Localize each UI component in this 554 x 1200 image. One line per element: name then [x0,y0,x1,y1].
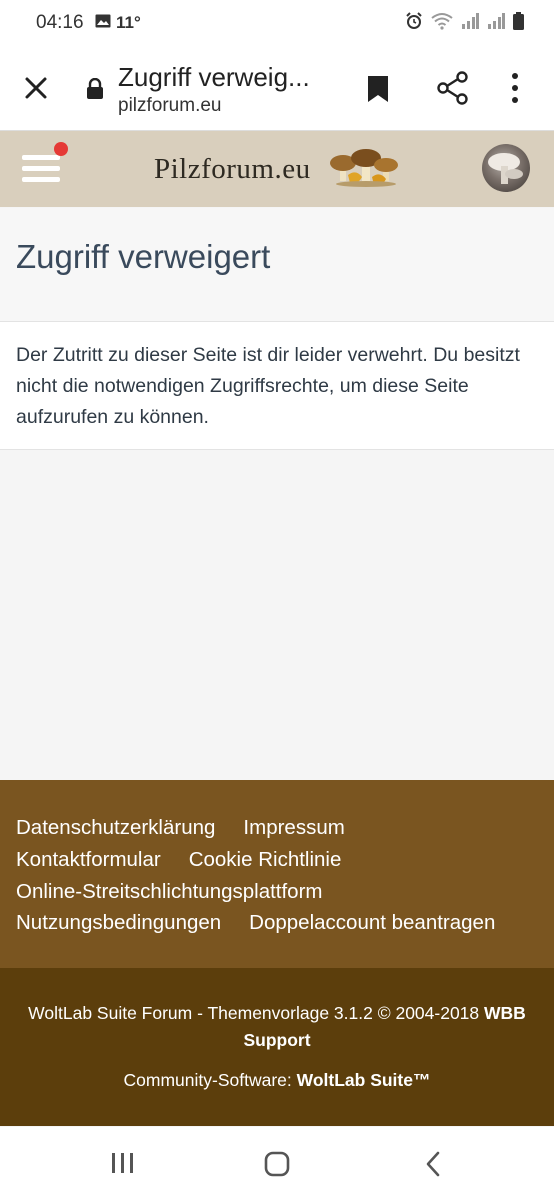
avatar[interactable] [482,144,530,192]
site-header: Pilzforum.eu [0,131,554,207]
footer-link-cookies[interactable]: Cookie Richtlinie [189,848,342,871]
copyright-prefix: WoltLab Suite Forum - Themenvorlage 3.1.… [28,1003,480,1023]
status-time: 04:16 [36,12,84,33]
wifi-icon [431,12,453,35]
software-prefix: Community-Software: [123,1070,292,1090]
menu-icon[interactable] [22,151,62,187]
lock-icon[interactable] [86,77,104,105]
footer-link-contact[interactable]: Kontaktformular [16,848,161,871]
site-logo[interactable]: Pilzforum.eu [154,153,311,186]
back-icon[interactable] [424,1151,442,1182]
alarm-icon [405,12,423,35]
status-temperature: 11° [116,13,141,32]
error-message-box: Der Zutritt zu dieser Seite ist dir leid… [0,322,554,450]
signal-icon [487,13,505,34]
error-message: Der Zutritt zu dieser Seite ist dir leid… [16,344,520,428]
mushroom-icon [328,145,404,194]
browser-page-title[interactable]: Zugriff verweig... [118,62,310,93]
footer-link-double-account[interactable]: Doppelaccount beantragen [249,911,495,934]
status-bar: 04:16 11° [0,0,554,44]
software-credit: Community-Software: WoltLab Suite™ [0,1070,554,1091]
footer-link-privacy[interactable]: Datenschutzerklärung [16,816,215,839]
status-icons [405,12,524,35]
page-header: Zugriff verweigert [0,208,554,322]
copyright-text: WoltLab Suite Forum - Themenvorlage 3.1.… [14,1000,540,1054]
browser-toolbar: Zugriff verweig... pilzforum.eu [0,44,554,131]
footer-link-odr[interactable]: Online-Streitschlichtungsplattform [16,880,323,903]
share-icon[interactable] [437,71,469,110]
footer-link-terms[interactable]: Nutzungsbedingungen [16,911,221,934]
close-icon[interactable] [22,74,50,107]
footer-link-imprint[interactable]: Impressum [243,816,344,839]
footer-copyright: WoltLab Suite Forum - Themenvorlage 3.1.… [0,968,554,1126]
page-title: Zugriff verweigert [16,238,271,275]
woltlab-suite-link[interactable]: WoltLab Suite™ [297,1070,431,1090]
system-navigation-bar [0,1127,554,1200]
recent-apps-icon[interactable] [110,1151,136,1180]
footer-navigation: Datenschutzerklärung Impressum Kontaktfor… [0,780,554,968]
signal-icon [461,13,479,34]
more-vert-icon[interactable] [510,72,520,109]
home-icon[interactable] [264,1151,290,1182]
bookmark-icon[interactable] [366,74,390,109]
notification-dot [54,142,68,156]
image-icon [95,14,111,33]
battery-icon [513,12,524,35]
browser-url[interactable]: pilzforum.eu [118,95,222,117]
